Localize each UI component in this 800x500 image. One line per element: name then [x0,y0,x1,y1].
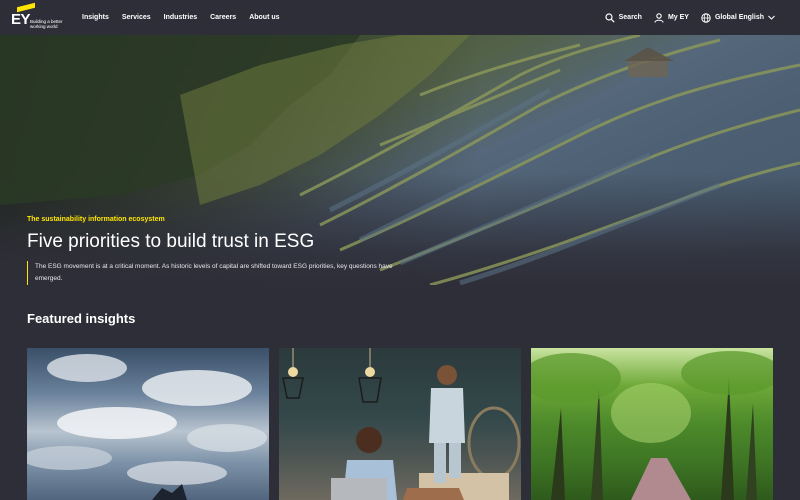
search-icon [605,12,615,23]
nav-link-careers[interactable]: Careers [210,14,236,21]
featured-insights-heading: Featured insights [27,311,136,326]
card-image-clouds [27,354,267,500]
utility-nav: Search My EY Global English [605,0,775,35]
nav-link-industries[interactable]: Industries [164,14,197,21]
card-image-home-office [282,348,521,500]
ey-logo[interactable]: EY Building a better working world [11,2,63,31]
search-label: Search [618,14,642,21]
insight-card-clouds[interactable] [27,348,269,500]
search-button[interactable]: Search [605,12,642,23]
top-navigation: EY Building a better working world Insig… [0,0,800,35]
hero-banner[interactable]: The sustainability information ecosystem… [0,35,800,285]
language-label: Global English [714,14,764,21]
nav-link-insights[interactable]: Insights [82,14,109,21]
chevron-down-icon [768,15,775,20]
my-ey-label: My EY [667,14,689,21]
card-image-forest-path [531,351,773,500]
insight-card-remote-work[interactable] [279,348,521,500]
primary-nav: Insights Services Industries Careers Abo… [82,0,280,35]
featured-insights-cards [27,348,774,500]
hero-title[interactable]: Five priorities to build trust in ESG [27,231,314,253]
nav-link-services[interactable]: Services [122,14,151,21]
language-selector[interactable]: Global English [701,12,775,23]
user-icon [654,12,664,23]
insight-card-forest[interactable] [531,348,773,500]
hero-description: The ESG movement is at a critical moment… [27,261,397,285]
logo-tagline: Building a better working world [30,19,63,29]
logo-wordmark: EY [11,11,31,28]
globe-icon [701,12,711,23]
my-ey-button[interactable]: My EY [654,12,689,23]
nav-link-about-us[interactable]: About us [249,14,279,21]
hero-eyebrow[interactable]: The sustainability information ecosystem [27,216,165,223]
